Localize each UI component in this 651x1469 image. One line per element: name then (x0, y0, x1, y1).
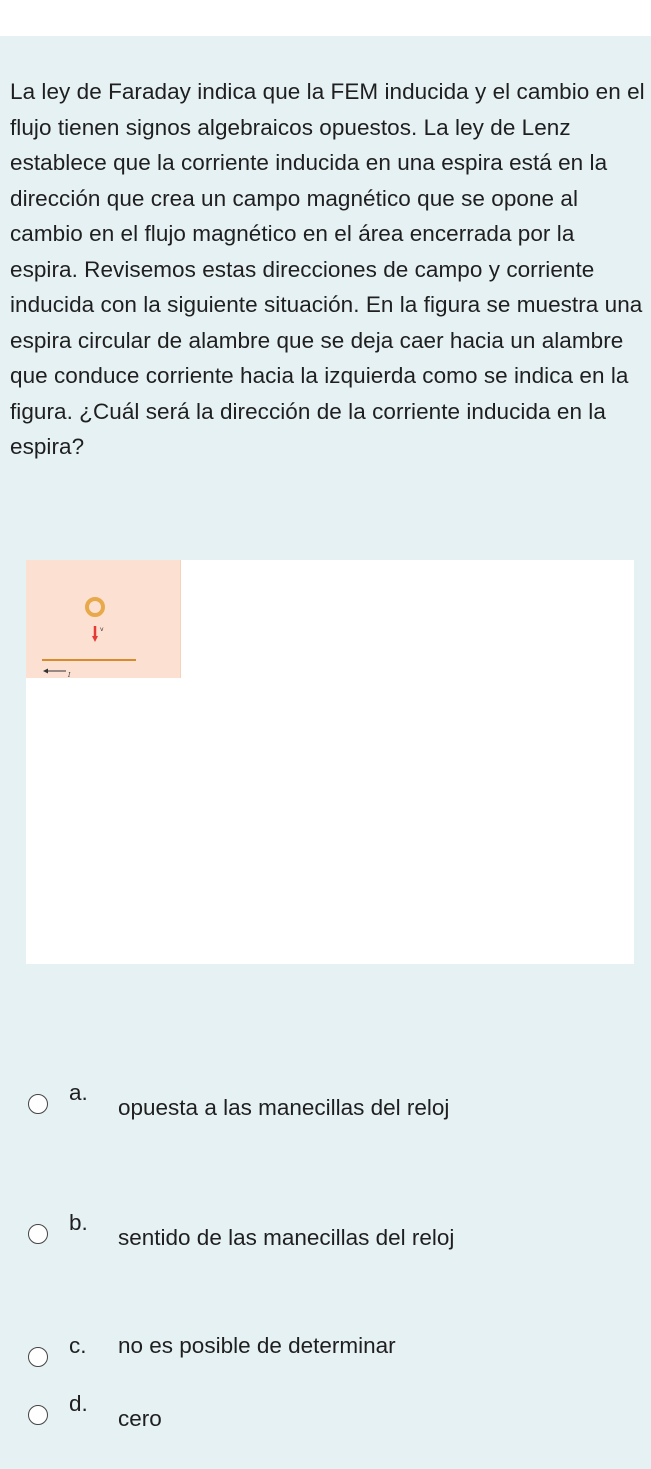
option-a[interactable]: a. opuesta a las manecillas del reloj (28, 1080, 628, 1120)
wire-loop (85, 597, 105, 617)
figure-thumbnail[interactable]: v I (26, 560, 181, 678)
velocity-arrowhead (92, 636, 98, 642)
radio-a[interactable] (28, 1094, 48, 1114)
radio-c[interactable] (28, 1347, 48, 1367)
option-d-letter: d. (69, 1391, 88, 1416)
figure-diagram: v I (42, 597, 136, 678)
question-text: La ley de Faraday indica que la FEM indu… (10, 79, 645, 459)
option-d[interactable]: d. cero (28, 1391, 628, 1431)
option-b[interactable]: b. sentido de las manecillas del reloj (28, 1210, 628, 1250)
current-arrowhead (43, 668, 48, 674)
option-a-text: opuesta a las manecillas del reloj (118, 1095, 450, 1120)
option-c-text: no es posible de determinar (118, 1333, 396, 1358)
option-c[interactable]: c. no es posible de determinar (28, 1333, 628, 1373)
option-c-letter: c. (69, 1333, 87, 1358)
radio-d[interactable] (28, 1405, 48, 1425)
radio-b[interactable] (28, 1224, 48, 1244)
velocity-label: v (100, 626, 104, 633)
option-b-text: sentido de las manecillas del reloj (118, 1225, 455, 1250)
current-label: I (67, 672, 71, 678)
option-d-text: cero (118, 1406, 162, 1431)
option-a-letter: a. (69, 1080, 88, 1105)
option-b-letter: b. (69, 1210, 88, 1235)
figure-panel: v I (26, 560, 634, 964)
